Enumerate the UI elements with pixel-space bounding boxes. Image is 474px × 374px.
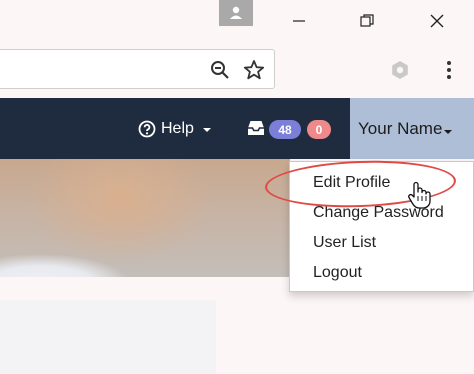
content-panel [0,300,216,374]
chevron-down-icon [202,128,211,132]
chevron-down-icon [444,129,453,134]
hero-image [0,159,290,277]
bookmark-button[interactable] [240,56,268,84]
inbox-button[interactable] [245,118,267,138]
browser-menu-button[interactable] [435,56,463,84]
restore-icon [360,14,374,27]
kebab-menu-icon [447,61,451,79]
help-icon [138,120,156,138]
alert-count-badge[interactable]: 0 [307,120,331,139]
zoom-button[interactable] [206,56,234,84]
menu-item-user-list[interactable]: User List [313,234,376,252]
star-icon [243,60,265,80]
menu-item-logout[interactable]: Logout [313,264,362,282]
close-button[interactable] [420,8,454,34]
hand-cursor-icon [408,181,431,209]
notification-count-badge[interactable]: 48 [269,120,301,139]
zoom-icon [211,61,229,79]
help-label: Help [161,120,194,137]
minimize-icon [293,20,305,22]
profile-icon [230,6,242,19]
extension-button[interactable] [386,56,414,84]
browser-profile-button[interactable] [219,0,253,26]
help-menu-button[interactable]: Help [138,117,211,141]
restore-button[interactable] [350,8,384,34]
minimize-button[interactable] [282,8,316,34]
user-menu-button[interactable]: Your Name [350,98,474,159]
close-icon [430,14,444,28]
user-name-label: Your Name [358,118,443,138]
inbox-icon [248,121,264,135]
extension-icon [392,61,408,79]
